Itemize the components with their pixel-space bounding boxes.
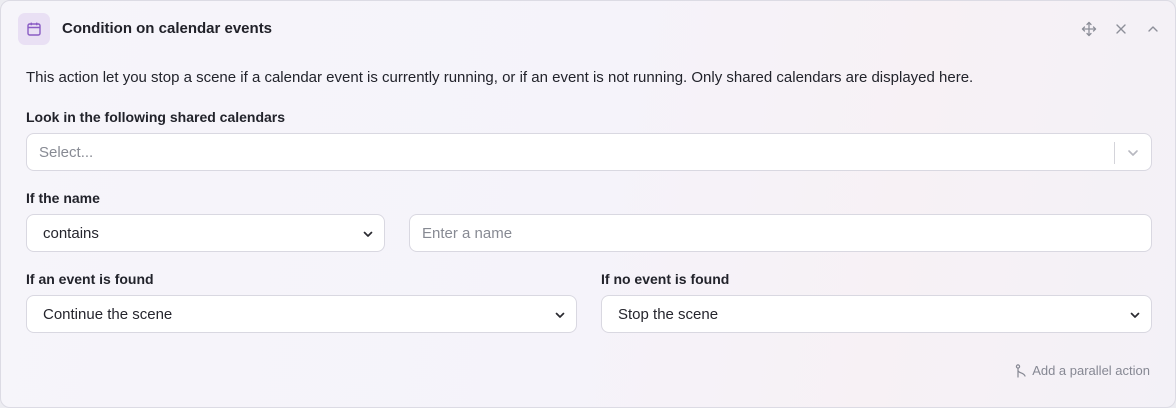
no-event-found-select[interactable]: Stop the scene bbox=[601, 295, 1152, 333]
chevron-down-icon bbox=[363, 231, 373, 237]
collapse-button[interactable] bbox=[1141, 18, 1165, 40]
calendar-icon-badge bbox=[18, 13, 50, 45]
name-input-placeholder: Enter a name bbox=[422, 224, 513, 242]
add-parallel-action-button[interactable]: Add a parallel action bbox=[1015, 363, 1150, 378]
name-input[interactable]: Enter a name bbox=[409, 214, 1152, 252]
header-actions bbox=[1077, 18, 1165, 40]
calendar-icon bbox=[27, 22, 41, 36]
chevron-down-icon bbox=[555, 312, 565, 318]
calendars-label: Look in the following shared calendars bbox=[26, 109, 286, 125]
no-event-found-value: Stop the scene bbox=[618, 305, 719, 323]
calendars-multiselect[interactable]: Select... bbox=[26, 133, 1152, 171]
close-icon bbox=[1116, 24, 1126, 34]
name-operator-select[interactable]: contains bbox=[26, 214, 385, 252]
event-found-value: Continue the scene bbox=[43, 305, 173, 323]
move-button[interactable] bbox=[1077, 18, 1101, 40]
branch-icon bbox=[1015, 363, 1026, 378]
action-description: This action let you stop a scene if a ca… bbox=[26, 69, 974, 86]
close-button[interactable] bbox=[1109, 18, 1133, 40]
select-separator bbox=[1114, 142, 1115, 164]
chevron-up-icon bbox=[1148, 26, 1158, 32]
card-header: Condition on calendar events bbox=[1, 1, 1175, 57]
chevron-down-icon bbox=[1130, 312, 1140, 318]
card-title: Condition on calendar events bbox=[62, 20, 273, 37]
calendars-placeholder: Select... bbox=[39, 143, 94, 161]
move-icon bbox=[1081, 21, 1097, 37]
name-filter-label: If the name bbox=[26, 190, 100, 206]
name-operator-value: contains bbox=[43, 224, 99, 242]
event-found-select[interactable]: Continue the scene bbox=[26, 295, 577, 333]
add-parallel-action-label: Add a parallel action bbox=[1032, 363, 1150, 378]
event-found-label: If an event is found bbox=[26, 271, 154, 287]
chevron-down-icon[interactable] bbox=[1126, 146, 1140, 160]
no-event-found-label: If no event is found bbox=[601, 271, 730, 287]
action-card: Condition on calendar events This action… bbox=[0, 0, 1176, 408]
